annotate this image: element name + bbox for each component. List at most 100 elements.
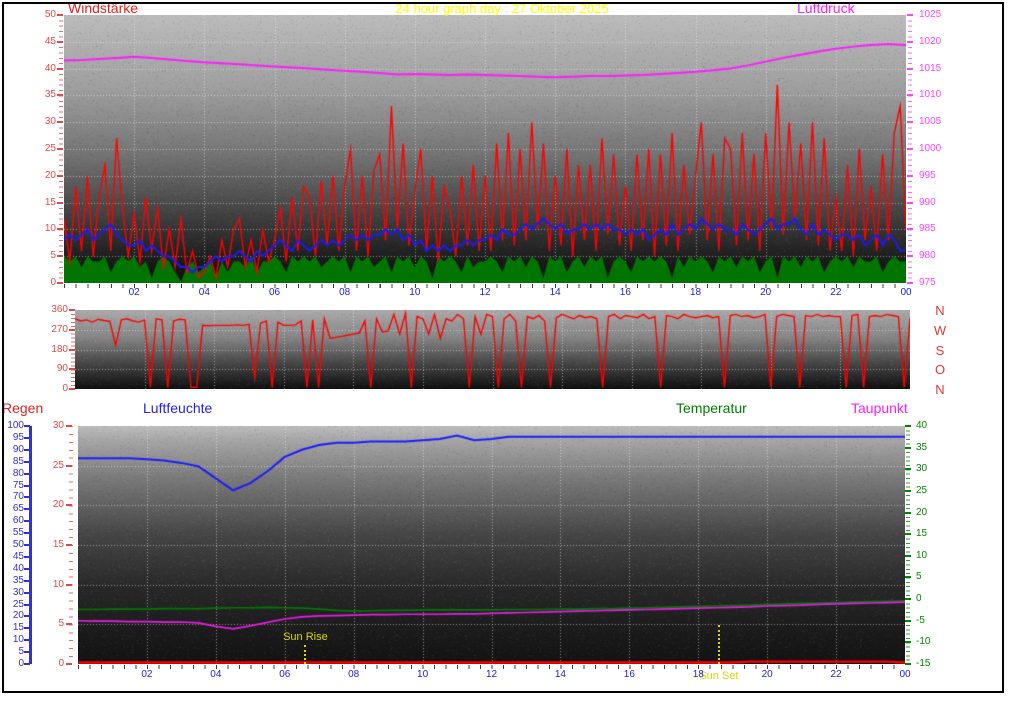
axis-tick-label: 270 [51, 323, 68, 335]
hour-tick-label: 22 [830, 287, 842, 298]
hour-tick-label: 02 [128, 287, 140, 298]
hour-tick-label: 10 [417, 669, 429, 680]
axis-tick-label: 180 [51, 343, 68, 355]
axis-tick-label: 60 [12, 515, 24, 527]
hour-tick-label: 02 [141, 669, 153, 680]
axis-tick-label: -15 [916, 658, 931, 669]
axis-tick-label: 5 [18, 646, 24, 658]
axis-tick-label: 5 [58, 618, 64, 630]
axis-tick-label: 20 [12, 610, 24, 622]
hour-tick-row [64, 284, 906, 288]
axis-tick-label: 25 [916, 484, 928, 496]
axis-tick-label: 20 [52, 499, 64, 511]
axis-tick-label: 15 [44, 196, 56, 208]
hour-tick-label: 14 [554, 669, 566, 680]
axis-tick-label: 1000 [919, 143, 942, 154]
axis-tick-label: 985 [919, 223, 936, 235]
axis-tick-label: 1025 [919, 9, 942, 20]
hour-tick-label: 08 [339, 287, 351, 298]
axis-tick-label: 25 [52, 459, 64, 471]
axis-tick-label: 40 [916, 420, 928, 431]
axis-tick-label: 15 [52, 539, 64, 550]
axis-tick-label: 20 [916, 506, 928, 518]
axis-tick-label: -5 [916, 614, 925, 626]
axis-tick-label: 1020 [919, 35, 942, 47]
temperatur-label: Temperatur [676, 400, 747, 416]
compass-label: W [933, 322, 947, 338]
compass-label: N [935, 303, 945, 318]
hour-tick-label: 16 [619, 287, 631, 298]
axis-tick-label: 10 [44, 223, 56, 235]
compass-label: S [935, 342, 945, 358]
hour-tick-label: 20 [761, 669, 773, 680]
hour-tick-row [78, 665, 905, 669]
axis-tick-label: 95 [12, 431, 24, 443]
axis-tick-label: 360 [51, 304, 68, 315]
axis-tick-label: 25 [44, 143, 56, 154]
hour-tick-label: 18 [689, 287, 702, 298]
compass-label: O [934, 362, 946, 378]
hour-tick-label: 00 [899, 669, 911, 680]
axis-tick-label: 50 [44, 9, 56, 20]
hour-tick-label: 10 [409, 287, 421, 298]
hour-tick-label: 04 [198, 287, 210, 298]
wind-pressure-chart [64, 15, 906, 283]
axis-minor-ticks [908, 15, 912, 283]
axis-tick-label: 0 [62, 383, 68, 394]
windstaerke-label: Windstärke [68, 0, 139, 16]
axis-tick-label: 10 [916, 549, 928, 561]
taupunkt-label: Taupunkt [851, 400, 908, 416]
axis-tick-label: 15 [12, 622, 24, 634]
axis-tick-label: 15 [916, 528, 928, 540]
axis-tick-label: 70 [12, 491, 24, 503]
axis-tick-label: 50 [12, 539, 24, 550]
hour-tick-label: 08 [348, 669, 360, 680]
axis-minor-ticks [906, 426, 910, 664]
axis-tick-label: 30 [44, 116, 56, 128]
axis-tick-label: 1010 [919, 89, 942, 101]
axis-tick-label: 30 [52, 420, 64, 431]
hour-tick-label: 16 [623, 669, 635, 680]
axis-tick-label: 10 [52, 578, 64, 590]
axis-tick-label: 75 [12, 479, 24, 491]
axis-tick-label: 5 [50, 250, 56, 262]
axis-tick-label: 30 [916, 463, 928, 475]
axis-tick-label: 40 [12, 562, 24, 574]
axis-tick-label: 40 [44, 62, 56, 74]
hour-tick-label: 12 [479, 287, 491, 298]
hour-tick-label: 00 [900, 287, 912, 298]
hour-tick-label: 06 [268, 287, 281, 298]
axis-tick-label: 30 [12, 586, 24, 598]
axis-tick-label: 25 [12, 598, 24, 610]
graph-title: 24 hour graph day : 27 Oktober 2025 [395, 1, 609, 16]
axis-tick-label: 995 [919, 169, 936, 181]
axis-tick-label: 90 [12, 443, 24, 455]
axis-tick-label: 55 [12, 527, 24, 539]
axis-minor-ticks [59, 15, 63, 283]
axis-tick-label: 975 [919, 277, 936, 288]
axis-tick-label: 45 [12, 550, 24, 562]
hour-tick-label: 06 [279, 669, 291, 680]
weather-24h-graph: Windstärke 24 hour graph day : 27 Oktobe… [0, 0, 1024, 705]
axis-tick-label: 0 [916, 593, 922, 605]
axis-tick-label: 35 [44, 89, 56, 101]
compass-label: N [935, 382, 945, 397]
axis-tick-label: 1015 [919, 62, 942, 74]
axis-tick-label: 0 [18, 658, 24, 669]
axis-tick-label: 0 [58, 658, 64, 669]
axis-tick-label: 100 [7, 420, 24, 431]
axis-tick-label: 80 [12, 467, 24, 479]
axis-tick-label: 90 [56, 363, 68, 375]
axis-tick-label: 990 [919, 196, 936, 208]
hour-tick-label: 18 [692, 669, 704, 680]
sunset-marker-line [717, 625, 720, 664]
hour-tick-label: 20 [760, 287, 772, 298]
hour-tick-label: 14 [549, 287, 561, 298]
axis-tick-label: 5 [916, 571, 922, 583]
axis-tick-label: 1005 [919, 116, 942, 128]
hour-tick-label: 12 [485, 669, 498, 680]
axis-tick-label: 980 [919, 250, 936, 262]
hour-tick-label: 04 [210, 669, 222, 680]
regen-label: Regen [2, 400, 44, 416]
luftfeuchte-label: Luftfeuchte [143, 400, 213, 416]
